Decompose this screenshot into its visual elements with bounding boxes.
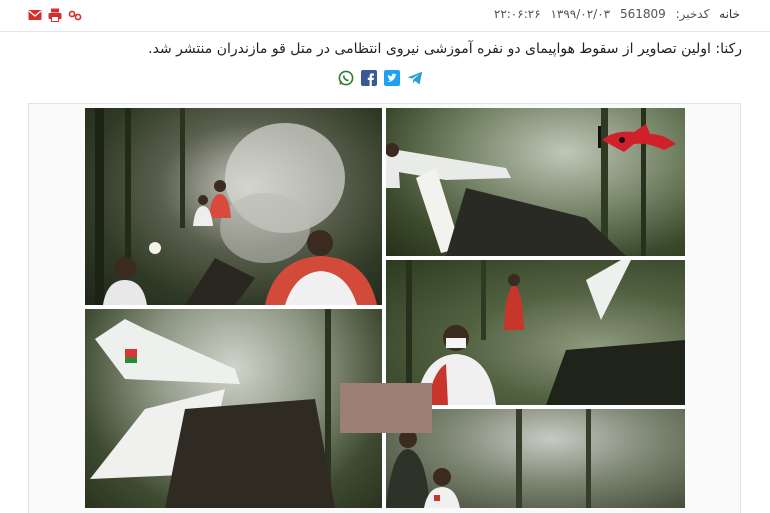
article-title: رکنا: اولین تصاویر از سقوط هواپیمای دو ن…	[148, 41, 742, 57]
censored-region	[340, 383, 432, 433]
tool-icons	[28, 7, 82, 22]
whatsapp-icon[interactable]	[338, 70, 354, 86]
photo-wreck-forest	[386, 108, 685, 256]
photo-rescuers-smoke	[85, 108, 382, 305]
rokna-logo	[598, 124, 676, 152]
print-icon[interactable]	[48, 7, 62, 22]
publish-time: ۲۲:۰۶:۲۶	[493, 7, 541, 21]
news-photo-collage	[85, 108, 685, 508]
link-icon[interactable]	[68, 7, 82, 21]
twitter-icon[interactable]	[384, 70, 400, 86]
email-icon[interactable]	[28, 7, 42, 21]
facebook-icon[interactable]	[361, 70, 377, 86]
telegram-icon[interactable]	[407, 70, 423, 86]
photo-aircraft-tail	[85, 309, 382, 508]
publish-date: ۱۳۹۹/۰۲/۰۳	[550, 7, 611, 21]
news-code-label: کدخبر:	[675, 7, 710, 21]
top-bar: خانه کدخبر: 561809 ۱۳۹۹/۰۲/۰۳ ۲۲:۰۶:۲۶	[0, 0, 770, 32]
home-link[interactable]: خانه	[719, 7, 740, 21]
breadcrumb: خانه کدخبر: 561809 ۱۳۹۹/۰۲/۰۳ ۲۲:۰۶:۲۶	[488, 7, 740, 21]
share-bar	[338, 70, 423, 86]
news-code: 561809	[619, 7, 666, 21]
